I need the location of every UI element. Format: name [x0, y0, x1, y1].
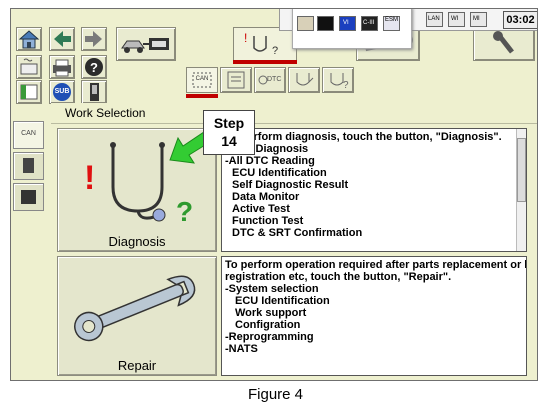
repair-desc-line: Configration	[235, 319, 301, 331]
repair-desc-line: To perform operation required after part…	[225, 259, 527, 271]
status-popup: VI C-III ESM	[292, 9, 412, 49]
diagnosis-desc-line: Function Test	[232, 215, 304, 227]
sub-label: SUB	[54, 88, 70, 95]
home-button[interactable]	[16, 27, 42, 51]
ecu-id-button[interactable]	[220, 67, 252, 93]
settings-button[interactable]	[16, 55, 42, 79]
step-callout: Step 14	[203, 110, 255, 155]
svg-text:?: ?	[272, 45, 278, 57]
active-mode-indicator	[233, 60, 297, 64]
repair-button[interactable]: Repair	[57, 256, 217, 376]
diagnosis-desc-line: Active Test	[232, 203, 290, 215]
step-callout-line2: 14	[221, 133, 237, 149]
screen-capture-icon	[20, 84, 38, 100]
stethoscope-small-icon: ! ?	[244, 31, 278, 57]
printer-icon	[53, 59, 71, 77]
diagnosis-mode-tab[interactable]: ! ?	[233, 27, 297, 61]
vehicle-button[interactable]	[116, 27, 176, 61]
diagnosis-description: To perform diagnosis, touch the button, …	[221, 128, 527, 252]
repair-desc-line: -System selection	[225, 283, 319, 295]
section-header: Work Selection	[51, 103, 537, 124]
stethoscope-question-icon: ?	[330, 73, 349, 91]
work-support-button[interactable]: ?	[322, 67, 354, 93]
section-title: Work Selection	[65, 106, 146, 120]
diagnosis-desc-line: Data Monitor	[232, 191, 300, 203]
can-active-indicator	[186, 94, 218, 98]
battery-icon	[90, 83, 99, 101]
can-diag-button[interactable]: CAN	[186, 67, 218, 93]
svg-text:!: !	[84, 159, 95, 197]
ecu-list-icon	[227, 71, 245, 89]
svg-text:?: ?	[90, 60, 98, 75]
print-button[interactable]	[49, 55, 75, 79]
vehicle-ecu-icon	[121, 38, 169, 53]
sidebar-disk-button[interactable]	[13, 183, 44, 211]
sidebar-can-label: CAN	[21, 130, 36, 137]
repair-desc-line: ECU Identification	[235, 295, 330, 307]
back-button[interactable]	[49, 27, 75, 51]
forward-button[interactable]	[81, 27, 107, 51]
arrow-left-icon	[54, 31, 71, 47]
repair-desc-line: registration etc, touch the button, "Rep…	[225, 271, 452, 283]
diagnosis-desc-line: -All DTC Reading	[225, 155, 315, 167]
tools-icon	[493, 31, 514, 54]
help-icon: ?	[85, 58, 103, 76]
disk-icon	[21, 190, 36, 204]
battery-button[interactable]	[81, 80, 107, 104]
diagnosis-desc-line: Self Diagnostic Result	[232, 179, 349, 191]
diagnosis-button[interactable]: ! ? Diagnosis	[57, 128, 217, 252]
svg-text:?: ?	[176, 196, 193, 227]
mi-icon: MI	[470, 12, 487, 27]
dtc-label: DTC	[267, 76, 282, 83]
stethoscope-icon: ! ?	[84, 142, 193, 227]
repair-desc-line: -NATS	[225, 343, 258, 355]
repair-desc-line: Work support	[235, 307, 307, 319]
screen-capture-button[interactable]	[16, 80, 42, 104]
screen-icon	[297, 16, 314, 31]
home-icon	[18, 30, 40, 49]
sidebar-can-button[interactable]: CAN	[13, 121, 44, 149]
cii-icon: VI	[339, 16, 356, 31]
consult-window: ! ? ? SUB CAN DTC ? LAN WI MI 03:02 VI C…	[10, 8, 538, 381]
clock: 03:02	[503, 11, 537, 29]
esm-icon: ESM	[383, 16, 400, 31]
sidebar-folder-button[interactable]	[13, 152, 44, 180]
diagnosis-scrollbar[interactable]	[516, 129, 526, 251]
cii-device-icon: C-III	[361, 16, 378, 31]
svg-text:?: ?	[343, 80, 349, 91]
diagnosis-desc-line: ECU Identification	[232, 167, 327, 179]
data-monitor-button[interactable]	[288, 67, 320, 93]
dtc-button[interactable]: DTC	[254, 67, 286, 93]
diagnosis-desc-line: -CAN Diagnosis	[225, 143, 309, 155]
arrow-right-icon	[85, 31, 102, 47]
repair-description: To perform operation required after part…	[221, 256, 527, 376]
diagnosis-desc-line: To perform diagnosis, touch the button, …	[225, 131, 502, 143]
lan-icon: LAN	[426, 12, 443, 27]
repair-label: Repair	[117, 358, 157, 373]
sub-settings-icon	[20, 58, 38, 75]
scrollbar-thumb[interactable]	[517, 138, 526, 202]
repair-wrench-icon	[74, 275, 196, 342]
diagnosis-label: Diagnosis	[108, 234, 166, 249]
can-label: CAN	[195, 76, 209, 82]
stethoscope-check-icon	[296, 73, 314, 86]
folder-icon	[23, 158, 34, 173]
figure-caption: Figure 4	[247, 386, 304, 403]
diagnosis-desc-line: DTC & SRT Confirmation	[232, 227, 363, 239]
vi-icon	[317, 16, 334, 31]
tools-button[interactable]	[473, 27, 535, 61]
svg-text:!: !	[244, 31, 247, 45]
step-callout-line1: Step	[213, 115, 245, 131]
repair-desc-line: -Reprogramming	[225, 331, 314, 343]
sub-mode-button[interactable]: SUB	[49, 80, 75, 104]
wi-icon: WI	[448, 12, 465, 27]
help-button[interactable]: ?	[81, 55, 107, 79]
